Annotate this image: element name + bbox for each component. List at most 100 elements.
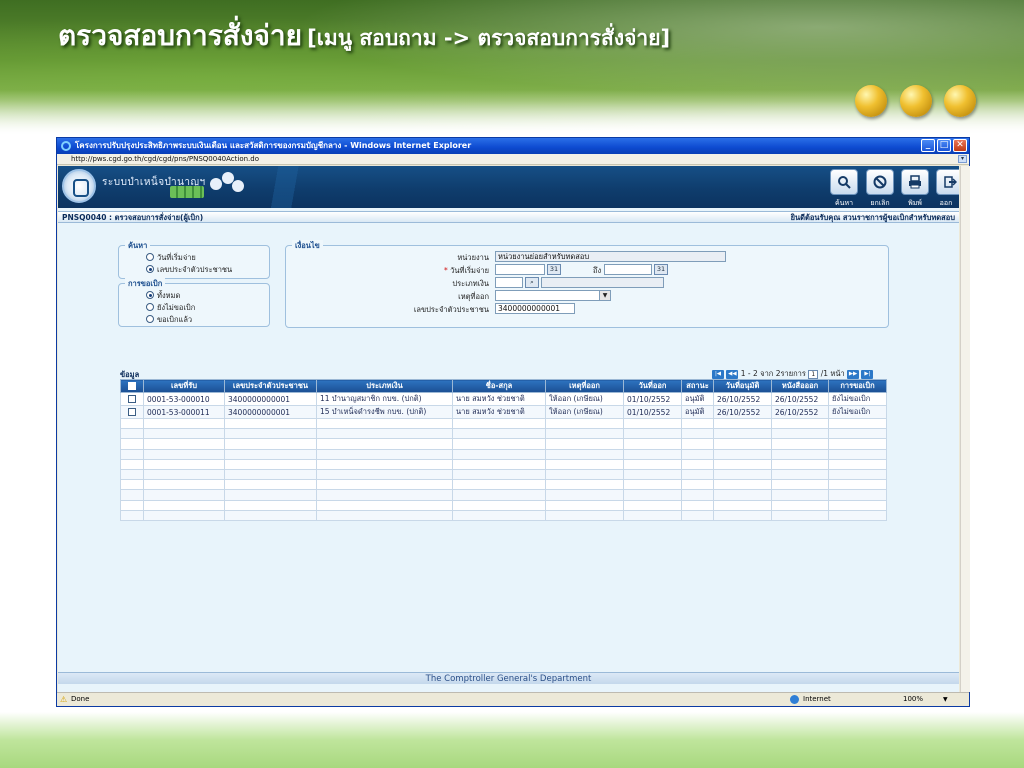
request-status-group: การขอเบิก ทั้งหมด ยังไม่ขอเบิก ขอเบิกแล้… [118, 278, 270, 327]
conditions-legend: เงื่อนไข [292, 240, 323, 252]
search-button[interactable] [830, 169, 858, 195]
status-text: Done [71, 695, 90, 703]
row-checkbox[interactable] [120, 392, 144, 406]
print-button[interactable] [901, 169, 929, 195]
status-bar: ⚠ Done Internet 100% ▼ [57, 692, 969, 706]
slide-title: ตรวจสอบการสั่งจ่าย [เมนู สอบถาม -> ตรวจส… [58, 14, 670, 58]
column-header: ชื่อ-สกุล [452, 379, 546, 393]
print-label: พิมพ์ [908, 199, 922, 207]
ie-logo-icon [61, 141, 71, 151]
empty-row [120, 448, 887, 460]
empty-row [120, 438, 887, 450]
vertical-scrollbar[interactable] [960, 166, 970, 692]
table-cell: นาย สมหวัง ช่วยชาติ [452, 392, 546, 406]
radio-icon [146, 253, 154, 261]
slide-title-sub: [เมนู สอบถาม -> ตรวจสอบการสั่งจ่าย] [307, 26, 671, 50]
table-cell: 01/10/2552 [623, 392, 682, 406]
money-type-name-field[interactable] [541, 277, 664, 288]
empty-row [120, 509, 887, 521]
radio-checked-icon [146, 291, 154, 299]
checkbox-icon [128, 394, 136, 403]
results-table: เลขที่รับ เลขประจำตัวประชาชน ประเภทเงิน … [120, 379, 887, 521]
column-header: เหตุที่ออก [545, 379, 624, 393]
window-titlebar: โครงการปรับปรุงประสิทธิภาพระบบเงินเดือน … [57, 138, 969, 154]
money-type-code-field[interactable] [495, 277, 523, 288]
exit-button[interactable] [936, 169, 959, 195]
cancel-button[interactable] [866, 169, 894, 195]
minimize-button[interactable]: _ [921, 139, 935, 152]
chevron-down-icon[interactable]: ▾ [958, 155, 967, 163]
zoom-level[interactable]: 100% [903, 693, 923, 706]
gold-orb-icon [900, 85, 932, 117]
next-page-icon[interactable]: ▶▶ [847, 369, 860, 379]
column-header: การขอเบิก [828, 379, 887, 393]
address-url: http://pws.cgd.go.th/cgd/cgd/pns/PNSQ004… [71, 155, 259, 163]
table-cell: 3400000000001 [224, 392, 317, 406]
page-number-input[interactable]: 1 [808, 369, 819, 379]
column-header: วันที่ออก [623, 379, 682, 393]
address-bar[interactable]: http://pws.cgd.go.th/cgd/cgd/pns/PNSQ004… [57, 154, 969, 165]
money-type-label: ประเภทเงิน [452, 279, 489, 288]
conditions-group: เงื่อนไข หน่วยงาน หน่วยงานย่อยสำหรับทดสอ… [285, 240, 889, 328]
radio-not-requested[interactable]: ยังไม่ขอเบิก [146, 302, 195, 314]
lookup-icon[interactable]: ⌕ [525, 277, 539, 288]
table-row[interactable]: 0001-53-000010 3400000000001 11 บำนาญสมา… [120, 392, 887, 406]
first-page-icon[interactable]: |◀ [712, 369, 724, 379]
page-title: PNSQ0040 : ตรวจสอบการสั่งจ่าย(ผู้เบิก) [62, 213, 204, 222]
radio-requested[interactable]: ขอเบิกแล้ว [146, 314, 192, 326]
citizen-id-label: เลขประจำตัวประชาชน [413, 305, 489, 314]
column-header: วันที่อนุมัติ [713, 379, 772, 393]
unit-field[interactable]: หน่วยงานย่อยสำหรับทดสอบ [495, 251, 726, 262]
maximize-button[interactable]: □ [937, 139, 951, 152]
globe-icon [790, 695, 799, 704]
radio-start-date[interactable]: วันที่เริ่มจ่าย [146, 252, 196, 264]
app-footer: The Comptroller General's Department [58, 672, 959, 684]
table-cell[interactable]: 0001-53-000011 [143, 405, 225, 419]
radio-icon [146, 315, 154, 323]
column-header: เลขประจำตัวประชาชน [224, 379, 317, 393]
table-cell: 15 บำเหน็จดำรงชีพ กบข. (ปกติ) [316, 405, 453, 419]
chevron-down-icon[interactable]: ▼ [943, 693, 948, 706]
table-cell: 26/10/2552 [771, 392, 829, 406]
radio-citizen-id[interactable]: เลขประจำตัวประชาชน [146, 264, 232, 276]
security-zone: Internet [803, 695, 831, 703]
table-cell: 26/10/2552 [713, 392, 772, 406]
column-header: สถานะ [681, 379, 714, 393]
to-label: ถึง [593, 266, 602, 275]
radio-checked-icon [146, 265, 154, 273]
empty-row [120, 479, 887, 491]
exit-label: ออก [939, 199, 953, 207]
start-date-field[interactable] [495, 264, 545, 275]
table-row[interactable]: 0001-53-000011 3400000000001 15 บำเหน็จด… [120, 405, 887, 419]
radio-icon [146, 303, 154, 311]
last-page-icon[interactable]: ▶| [861, 369, 874, 379]
empty-row [120, 499, 887, 511]
pager-total: /1 หน้า [820, 369, 845, 378]
calendar-icon[interactable]: 31 [547, 264, 561, 275]
search-label: ค้นหา [834, 199, 853, 207]
table-cell: ยังไม่ขอเบิก [828, 392, 887, 406]
row-checkbox[interactable] [120, 405, 144, 419]
cancel-label: ยกเลิก [870, 199, 890, 207]
exit-icon [944, 176, 957, 188]
agency-logo-icon [62, 169, 96, 203]
gold-orb-icon [944, 85, 976, 117]
calendar-icon[interactable]: 31 [654, 264, 668, 275]
search-by-group: ค้นหา วันที่เริ่มจ่าย เลขประจำตัวประชาชน [118, 240, 270, 279]
close-window-button[interactable]: ✕ [953, 139, 967, 152]
table-cell: นาย สมหวัง ช่วยชาติ [452, 405, 546, 419]
citizen-id-field[interactable]: 3400000000001 [495, 303, 575, 314]
end-date-field[interactable] [604, 264, 652, 275]
table-header-row: เลขที่รับ เลขประจำตัวประชาชน ประเภทเงิน … [120, 379, 887, 393]
table-cell[interactable]: 0001-53-000010 [143, 392, 225, 406]
prev-page-icon[interactable]: ◀◀ [726, 369, 739, 379]
search-by-legend: ค้นหา [125, 240, 151, 252]
start-date-label: * วันที่เริ่มจ่าย [444, 266, 489, 275]
empty-row [120, 489, 887, 501]
empty-row [120, 428, 887, 440]
radio-all[interactable]: ทั้งหมด [146, 290, 180, 302]
chevron-down-icon[interactable]: ▼ [599, 290, 611, 301]
reason-select[interactable] [495, 290, 603, 301]
cancel-icon [873, 175, 887, 189]
select-all-checkbox[interactable] [120, 379, 144, 393]
